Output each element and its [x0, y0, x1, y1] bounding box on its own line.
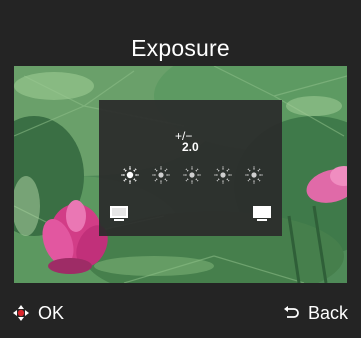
exposure-level-3-sun-icon[interactable] [181, 164, 203, 186]
exposure-level-2-sun-icon[interactable] [150, 164, 172, 186]
monitor-bright-icon [252, 204, 272, 224]
exposure-level-5-sun-icon[interactable] [243, 164, 265, 186]
exposure-panel: +/− 2.0 [99, 100, 282, 236]
return-arrow-icon [283, 305, 299, 321]
exposure-value-number: 2.0 [182, 140, 199, 154]
dpad-icon [13, 305, 29, 321]
exposure-level-selector[interactable] [119, 164, 269, 188]
monitor-dark-icon [109, 204, 129, 224]
ok-button[interactable]: OK [13, 303, 64, 323]
exposure-level-1-sun-icon[interactable] [119, 164, 141, 186]
exposure-value: +/− 2.0 [175, 130, 215, 156]
ok-label: OK [38, 303, 65, 323]
exposure-screen: Exposure +/− 2.0 OK Back [0, 0, 361, 338]
back-button[interactable]: Back [283, 303, 348, 323]
back-label: Back [307, 303, 348, 323]
title-bar: Exposure [0, 0, 361, 66]
exposure-level-4-sun-icon[interactable] [212, 164, 234, 186]
screen-title: Exposure [131, 35, 230, 61]
bottom-bar: OK Back [0, 283, 361, 338]
